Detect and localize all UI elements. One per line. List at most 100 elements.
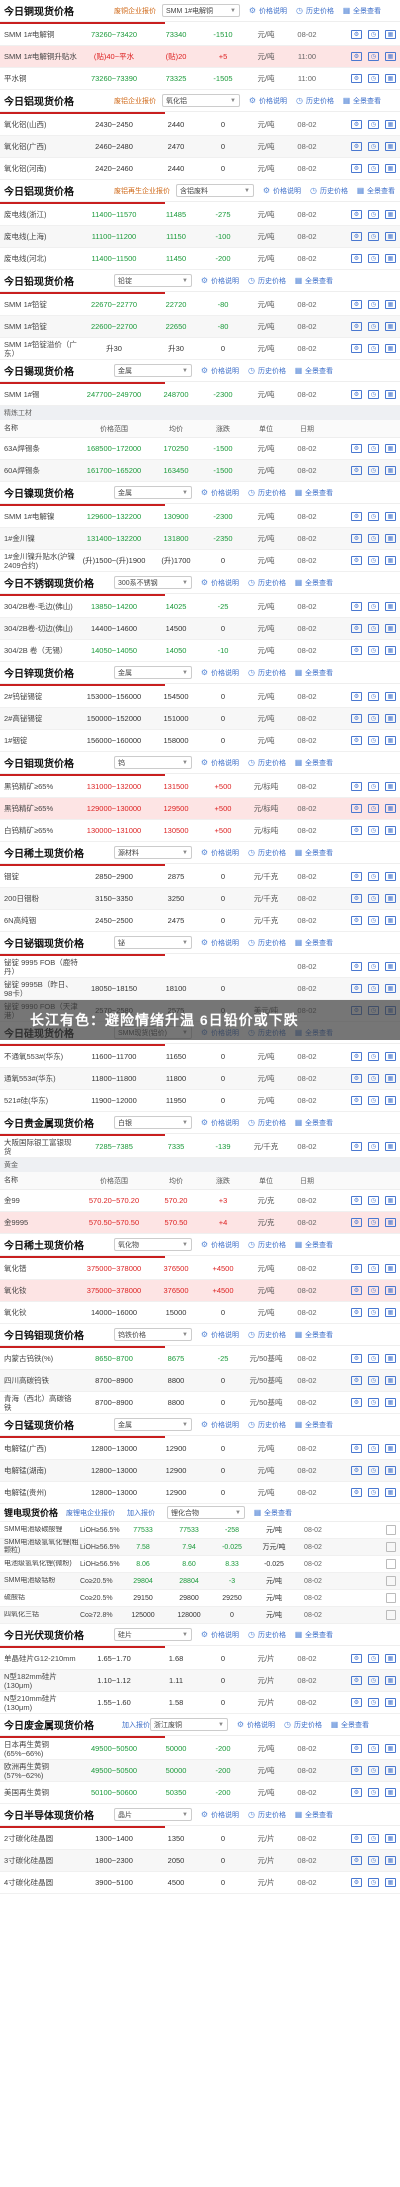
chart-icon[interactable]: ▦ [385, 300, 396, 309]
history-icon[interactable]: ◷ [368, 1466, 379, 1475]
category-select[interactable]: 晶片 ▼ [114, 1808, 192, 1821]
chart-icon[interactable]: ▦ [385, 30, 396, 39]
panorama-view-link[interactable]: ▦全景查看 [294, 758, 333, 768]
settings-icon[interactable]: ⚙ [351, 736, 362, 745]
history-icon[interactable]: ◷ [368, 624, 379, 633]
settings-icon[interactable]: ⚙ [351, 444, 362, 453]
settings-icon[interactable]: ⚙ [351, 30, 362, 39]
category-select[interactable]: SMM 1#电解铜 ▼ [162, 4, 240, 17]
history-icon[interactable]: ◷ [368, 894, 379, 903]
history-icon[interactable]: ◷ [368, 782, 379, 791]
history-icon[interactable]: ◷ [368, 1878, 379, 1887]
settings-icon[interactable]: ⚙ [351, 534, 362, 543]
category-select[interactable]: 金属 ▼ [114, 666, 192, 679]
price-note-link[interactable]: ⚙价格说明 [200, 1330, 239, 1340]
settings-icon[interactable]: ⚙ [351, 1354, 362, 1363]
price-history-link[interactable]: ◷历史价格 [247, 758, 286, 768]
history-icon[interactable]: ◷ [368, 344, 379, 353]
price-history-link[interactable]: ◷历史价格 [247, 488, 286, 498]
chart-icon[interactable]: ▦ [385, 916, 396, 925]
panorama-view-link[interactable]: ▦全景查看 [294, 366, 333, 376]
chart-icon[interactable]: ▦ [385, 692, 396, 701]
category-select[interactable]: 白银 ▼ [114, 1116, 192, 1129]
settings-icon[interactable]: ⚙ [351, 390, 362, 399]
settings-icon[interactable]: ⚙ [351, 872, 362, 881]
checkbox[interactable] [386, 1525, 396, 1535]
category-select[interactable]: 金属 ▼ [114, 1418, 192, 1431]
price-note-link[interactable]: ⚙价格说明 [200, 668, 239, 678]
chart-icon[interactable]: ▦ [385, 602, 396, 611]
settings-icon[interactable]: ⚙ [351, 1654, 362, 1663]
price-history-link[interactable]: ◷历史价格 [247, 1240, 286, 1250]
category-select[interactable]: 硅片 ▼ [114, 1628, 192, 1641]
history-icon[interactable]: ◷ [368, 916, 379, 925]
chart-icon[interactable]: ▦ [385, 1286, 396, 1295]
panorama-view-link[interactable]: ▦全景查看 [294, 1118, 333, 1128]
price-history-link[interactable]: ◷历史价格 [283, 1720, 322, 1730]
settings-icon[interactable]: ⚙ [351, 1142, 362, 1151]
chart-icon[interactable]: ▦ [385, 1488, 396, 1497]
chart-icon[interactable]: ▦ [385, 210, 396, 219]
chart-icon[interactable]: ▦ [385, 1096, 396, 1105]
price-note-link[interactable]: ⚙价格说明 [200, 1118, 239, 1128]
price-note-link[interactable]: ⚙价格说明 [200, 578, 239, 588]
history-icon[interactable]: ◷ [368, 232, 379, 241]
chart-icon[interactable]: ▦ [385, 534, 396, 543]
category-select[interactable]: 300系不锈钢 ▼ [114, 576, 192, 589]
history-icon[interactable]: ◷ [368, 984, 379, 993]
chart-icon[interactable]: ▦ [385, 1398, 396, 1407]
price-history-link[interactable]: ◷历史价格 [295, 96, 334, 106]
category-select[interactable]: 氧化铝 ▼ [162, 94, 240, 107]
history-icon[interactable]: ◷ [368, 1856, 379, 1865]
settings-icon[interactable]: ⚙ [351, 344, 362, 353]
chart-icon[interactable]: ▦ [385, 1676, 396, 1685]
chart-icon[interactable]: ▦ [385, 164, 396, 173]
category-select[interactable]: 含铝废料 ▼ [176, 184, 254, 197]
settings-icon[interactable]: ⚙ [351, 962, 362, 971]
history-icon[interactable]: ◷ [368, 1834, 379, 1843]
history-icon[interactable]: ◷ [368, 646, 379, 655]
settings-icon[interactable]: ⚙ [351, 1676, 362, 1685]
price-history-link[interactable]: ◷历史价格 [309, 186, 348, 196]
history-icon[interactable]: ◷ [368, 52, 379, 61]
settings-icon[interactable]: ⚙ [351, 984, 362, 993]
checkbox[interactable] [386, 1610, 396, 1620]
settings-icon[interactable]: ⚙ [351, 1308, 362, 1317]
settings-icon[interactable]: ⚙ [351, 254, 362, 263]
price-history-link[interactable]: ◷历史价格 [247, 668, 286, 678]
history-icon[interactable]: ◷ [368, 1698, 379, 1707]
price-history-link[interactable]: ◷历史价格 [247, 848, 286, 858]
settings-icon[interactable]: ⚙ [351, 1218, 362, 1227]
settings-icon[interactable]: ⚙ [351, 1744, 362, 1753]
chart-icon[interactable]: ▦ [385, 444, 396, 453]
settings-icon[interactable]: ⚙ [351, 916, 362, 925]
price-history-link[interactable]: ◷历史价格 [295, 6, 334, 16]
chart-icon[interactable]: ▦ [385, 1264, 396, 1273]
checkbox[interactable] [386, 1576, 396, 1586]
price-note-link[interactable]: ⚙价格说明 [262, 186, 301, 196]
history-icon[interactable]: ◷ [368, 210, 379, 219]
chart-icon[interactable]: ▦ [385, 52, 396, 61]
price-history-link[interactable]: ◷历史价格 [247, 1118, 286, 1128]
history-icon[interactable]: ◷ [368, 444, 379, 453]
chart-icon[interactable]: ▦ [385, 624, 396, 633]
chart-icon[interactable]: ▦ [385, 984, 396, 993]
panorama-view-link[interactable]: ▦全景查看 [253, 1508, 292, 1518]
price-note-link[interactable]: ⚙价格说明 [236, 1720, 275, 1730]
settings-icon[interactable]: ⚙ [351, 466, 362, 475]
settings-icon[interactable]: ⚙ [351, 602, 362, 611]
history-icon[interactable]: ◷ [368, 962, 379, 971]
chart-icon[interactable]: ▦ [385, 1444, 396, 1453]
chart-icon[interactable]: ▦ [385, 646, 396, 655]
history-icon[interactable]: ◷ [368, 1376, 379, 1385]
history-icon[interactable]: ◷ [368, 872, 379, 881]
price-note-link[interactable]: ⚙价格说明 [200, 848, 239, 858]
history-icon[interactable]: ◷ [368, 1074, 379, 1083]
settings-icon[interactable]: ⚙ [351, 1788, 362, 1797]
price-note-link[interactable]: ⚙价格说明 [200, 1420, 239, 1430]
settings-icon[interactable]: ⚙ [351, 1698, 362, 1707]
panorama-view-link[interactable]: ▦全景查看 [356, 186, 395, 196]
settings-icon[interactable]: ⚙ [351, 1878, 362, 1887]
chart-icon[interactable]: ▦ [385, 962, 396, 971]
chart-icon[interactable]: ▦ [385, 232, 396, 241]
